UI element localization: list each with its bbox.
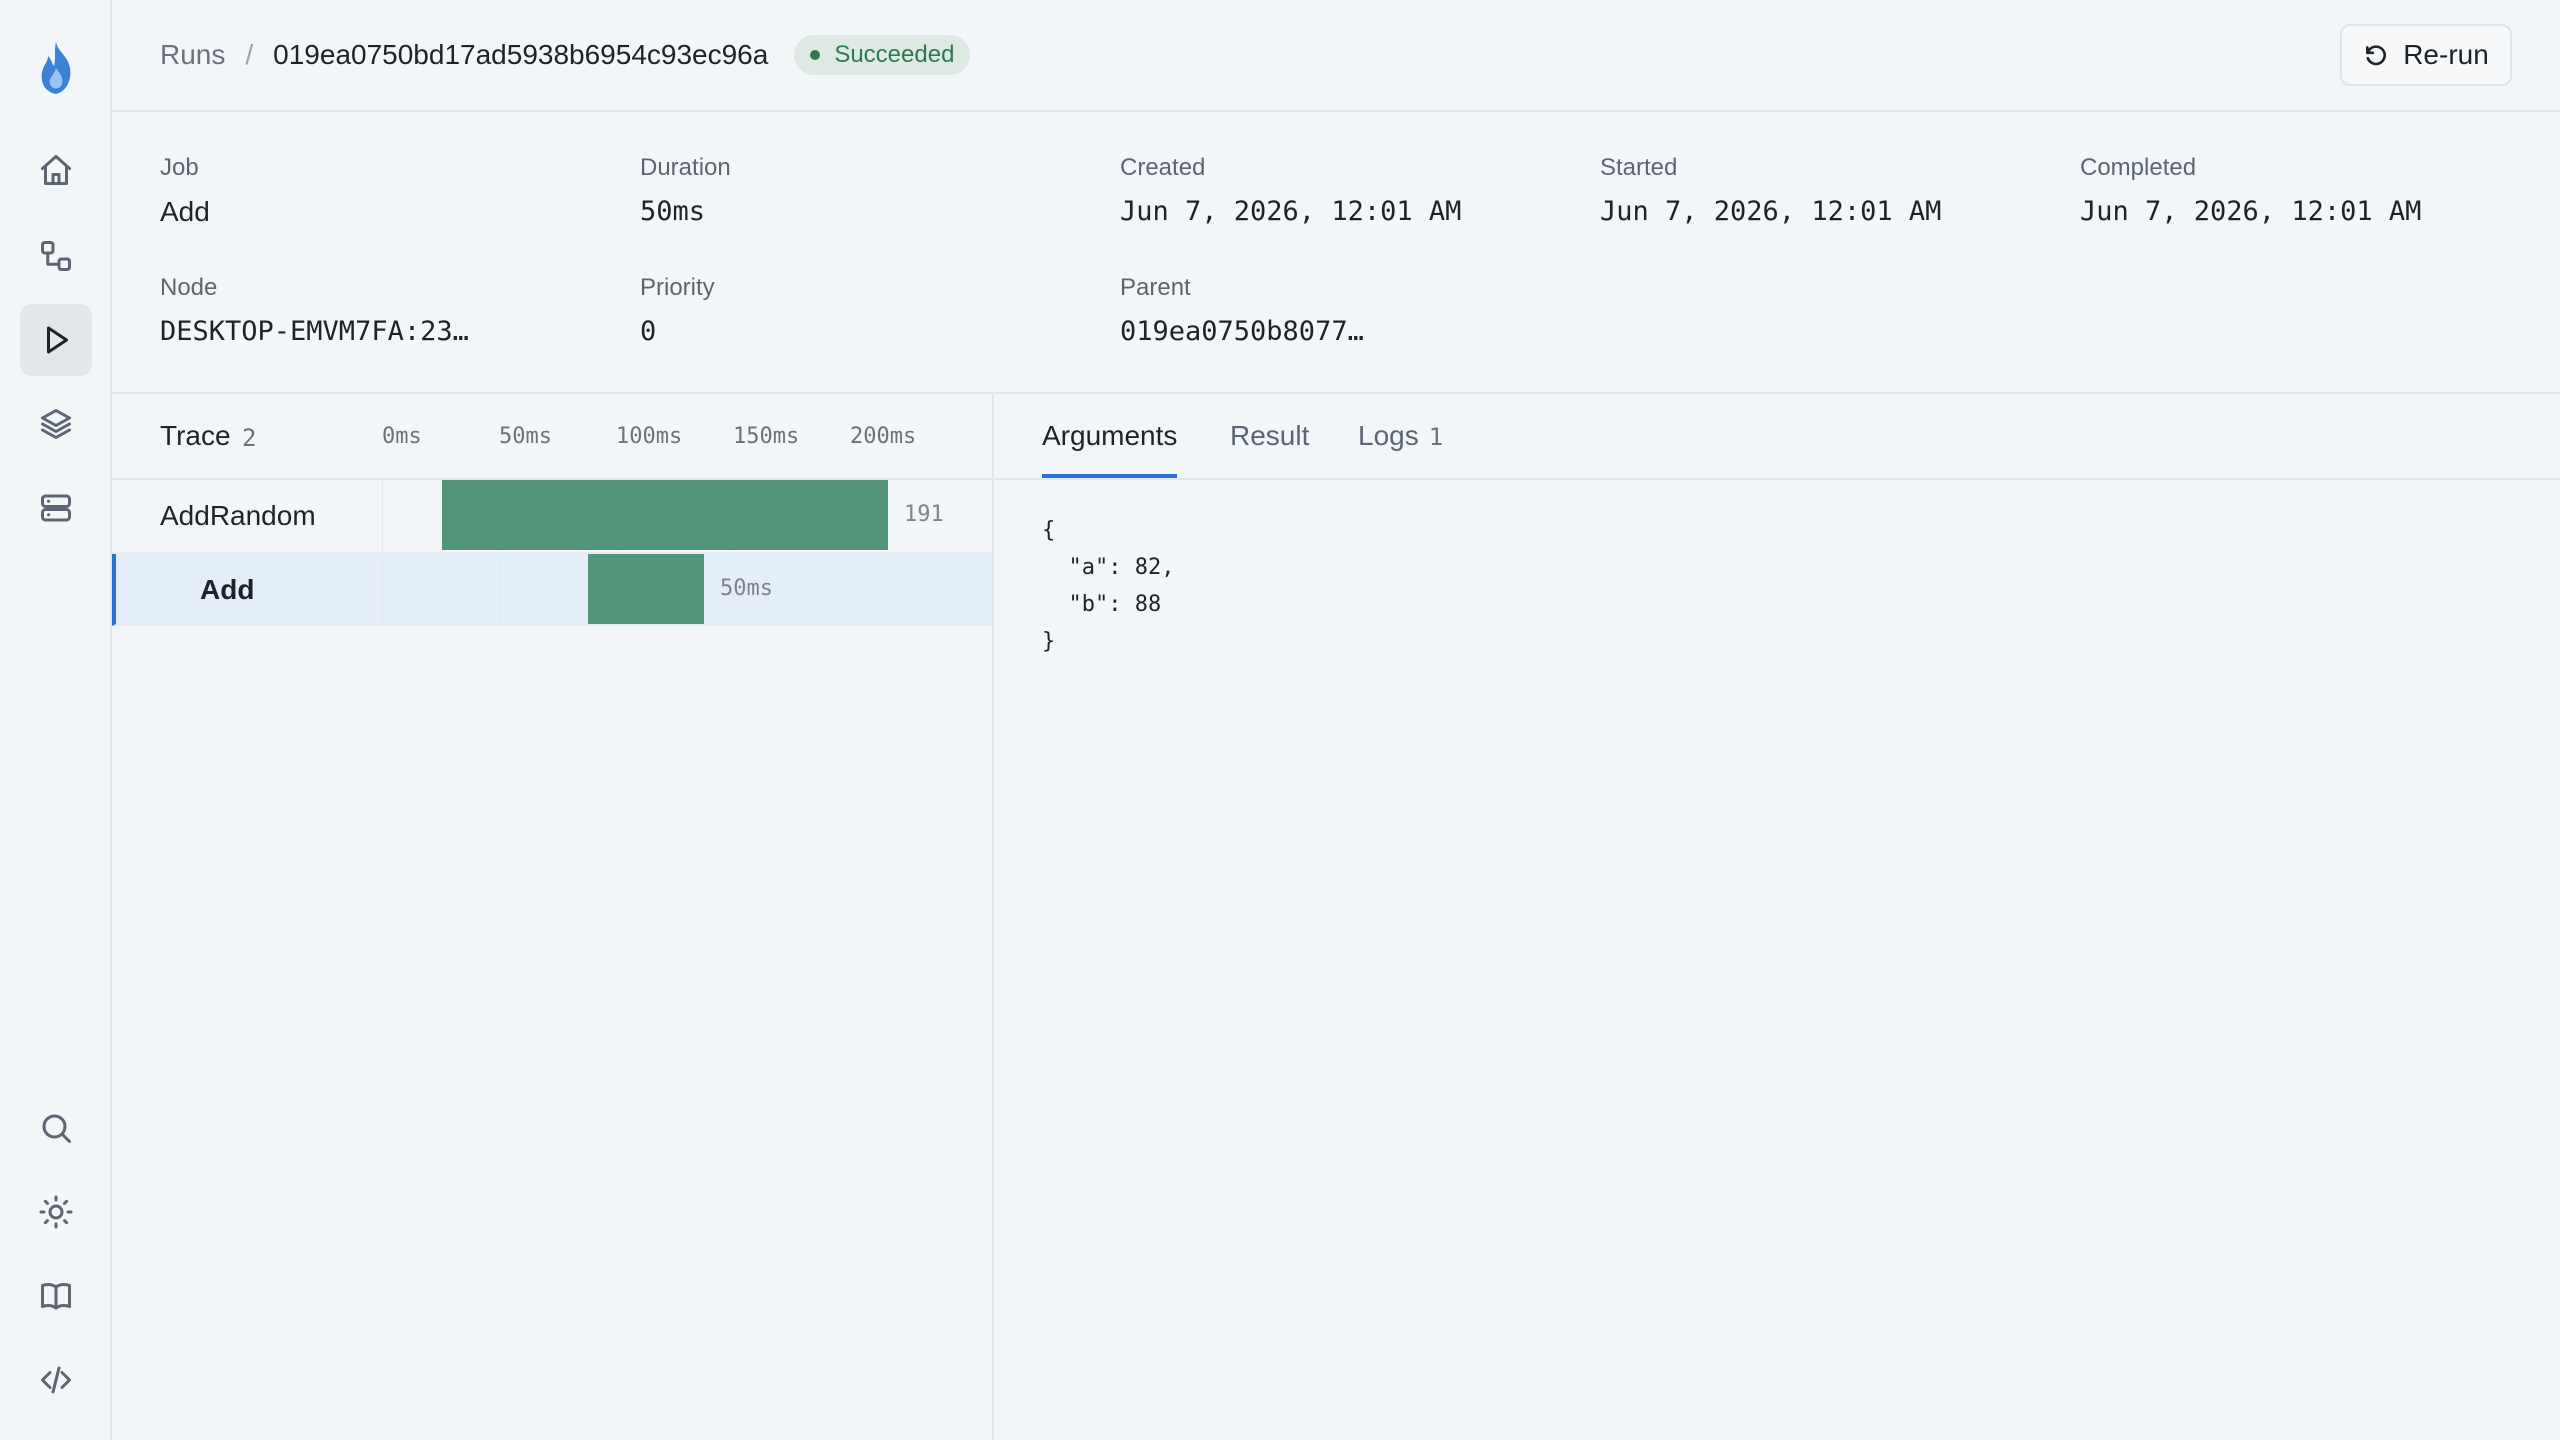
meta-node-label: Node bbox=[160, 274, 218, 301]
trace-span-bar[interactable] bbox=[588, 554, 704, 624]
trace-count: 2 bbox=[242, 424, 257, 452]
sidebar-item-servers[interactable] bbox=[20, 472, 92, 544]
sidebar-item-api[interactable] bbox=[20, 1344, 92, 1416]
trace-header: Trace 2 0ms 50ms 100ms 150ms 200ms bbox=[112, 394, 992, 480]
home-icon bbox=[41, 155, 71, 185]
run-id: 019ea0750bd17ad5938b6954c93ec96a bbox=[273, 39, 769, 70]
tab-result-label: Result bbox=[1230, 420, 1310, 451]
timeline-tick: 150ms bbox=[733, 424, 800, 449]
timeline-tick: 50ms bbox=[499, 424, 552, 449]
sidebar-item-runs[interactable] bbox=[20, 304, 92, 376]
rerun-button[interactable]: Re-run bbox=[2340, 24, 2512, 86]
meta-priority-value: 0 bbox=[640, 316, 657, 347]
sidebar-item-workflows[interactable] bbox=[20, 220, 92, 292]
run-metadata: Job Add Duration 50ms Created Jun 7, 202… bbox=[112, 112, 2560, 394]
meta-started: Started Jun 7, 2026, 12:01 AM bbox=[1600, 154, 1941, 227]
meta-completed-label: Completed bbox=[2080, 154, 2197, 181]
rerun-label: Re-run bbox=[2403, 39, 2489, 70]
meta-created: Created Jun 7, 2026, 12:01 AM bbox=[1120, 154, 1461, 227]
rotate-ccw-icon bbox=[2366, 45, 2387, 66]
meta-duration: Duration 50ms bbox=[640, 154, 731, 227]
detail-tabs: Arguments Result Logs 1 bbox=[994, 394, 2560, 480]
sidebar-item-search[interactable] bbox=[20, 1092, 92, 1164]
timeline-gridline bbox=[499, 554, 500, 626]
tab-arguments-label: Arguments bbox=[1042, 420, 1178, 451]
runs-play-icon bbox=[47, 326, 68, 354]
meta-node-value: DESKTOP-EMVM7FA:23… bbox=[160, 316, 469, 347]
trace-panel: Trace 2 0ms 50ms 100ms 150ms 200ms AddRa… bbox=[112, 394, 994, 1440]
status-dot-icon bbox=[810, 50, 821, 60]
meta-duration-value: 50ms bbox=[640, 196, 706, 227]
meta-duration-label: Duration bbox=[640, 154, 731, 181]
meta-created-value: Jun 7, 2026, 12:01 AM bbox=[1120, 196, 1462, 227]
timeline-tick: 0ms bbox=[382, 424, 422, 449]
timeline-tick: 100ms bbox=[616, 424, 683, 449]
tab-logs-label: Logs bbox=[1358, 420, 1419, 451]
sidebar-item-docs[interactable] bbox=[20, 1260, 92, 1332]
sidebar-item-home[interactable] bbox=[20, 134, 92, 206]
page-header: Runs / 019ea0750bd17ad5938b6954c93ec96a … bbox=[112, 0, 2560, 112]
tab-logs[interactable]: Logs 1 bbox=[1358, 420, 1443, 478]
breadcrumb-runs-link[interactable]: Runs bbox=[160, 39, 225, 71]
trace-title: Trace bbox=[160, 420, 231, 451]
meta-created-label: Created bbox=[1120, 154, 1206, 181]
sun-icon bbox=[39, 1195, 73, 1229]
meta-parent: Parent 019ea0750b8077… bbox=[1120, 274, 1364, 347]
meta-job-label: Job bbox=[160, 154, 199, 181]
timeline-tick: 200ms bbox=[850, 424, 917, 449]
meta-completed: Completed Jun 7, 2026, 12:01 AM bbox=[2080, 154, 2421, 227]
layers-icon bbox=[41, 409, 71, 439]
trace-row[interactable]: AddRandom 191 bbox=[112, 480, 992, 554]
sidebar bbox=[0, 0, 112, 1440]
tab-logs-count: 1 bbox=[1428, 423, 1444, 451]
meta-parent-label: Parent bbox=[1120, 274, 1191, 301]
tab-result[interactable]: Result bbox=[1230, 420, 1309, 478]
detail-panel: Arguments Result Logs 1 { "a": 82, "b": 8… bbox=[994, 394, 2560, 1440]
server-icon bbox=[41, 494, 71, 522]
sidebar-item-layers[interactable] bbox=[20, 388, 92, 460]
status-label: Succeeded bbox=[834, 41, 955, 68]
arguments-json: { "a": 82, "b": 88 } bbox=[1042, 518, 1175, 654]
flame-logo-icon[interactable] bbox=[30, 40, 82, 96]
meta-node: Node DESKTOP-EMVM7FA:23… bbox=[160, 274, 469, 347]
workflow-icon bbox=[41, 241, 71, 271]
trace-row-name: Add bbox=[200, 574, 255, 605]
meta-completed-value: Jun 7, 2026, 12:01 AM bbox=[2080, 196, 2422, 227]
meta-started-label: Started bbox=[1600, 154, 1678, 181]
meta-priority-label: Priority bbox=[640, 274, 715, 301]
trace-span-duration: 50ms bbox=[720, 576, 773, 601]
meta-job-value[interactable]: Add bbox=[160, 196, 210, 228]
app: Runs / 019ea0750bd17ad5938b6954c93ec96a … bbox=[0, 0, 2560, 1440]
trace-span-duration: 191 bbox=[904, 502, 944, 527]
tab-arguments[interactable]: Arguments bbox=[1042, 420, 1178, 478]
book-icon bbox=[41, 1283, 71, 1310]
breadcrumb-separator: / bbox=[245, 39, 254, 70]
trace-row-name: AddRandom bbox=[160, 500, 316, 531]
meta-priority: Priority 0 bbox=[640, 274, 715, 347]
meta-started-value: Jun 7, 2026, 12:01 AM bbox=[1600, 196, 1942, 227]
timeline-gridline bbox=[382, 554, 383, 626]
breadcrumb: Runs / 019ea0750bd17ad5938b6954c93ec96a … bbox=[160, 0, 971, 110]
status-badge: Succeeded bbox=[794, 35, 971, 75]
meta-parent-value[interactable]: 019ea0750b8077… bbox=[1120, 316, 1364, 347]
trace-row-selected[interactable]: Add 50ms bbox=[112, 554, 992, 626]
code-icon bbox=[41, 1366, 71, 1394]
meta-job: Job Add bbox=[160, 154, 210, 228]
search-icon bbox=[42, 1114, 71, 1143]
sidebar-item-theme[interactable] bbox=[20, 1176, 92, 1248]
trace-span-bar[interactable] bbox=[442, 480, 888, 550]
timeline-gridline bbox=[382, 480, 383, 552]
